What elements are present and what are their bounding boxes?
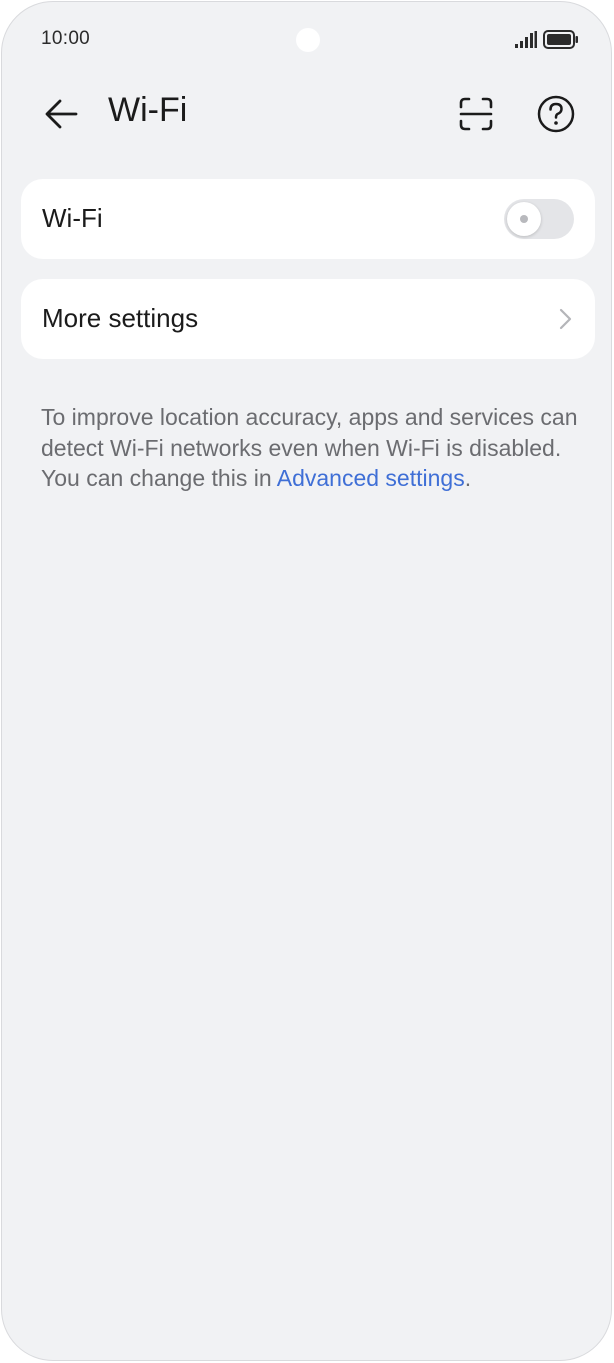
more-settings-label: More settings xyxy=(42,303,199,333)
scan-icon xyxy=(459,97,493,131)
app-bar: Wi-Fi xyxy=(2,82,611,146)
phone-screen: 10:00 Wi-Fi Wi-Fi More settings To impro… xyxy=(1,1,612,1361)
page-title: Wi-Fi xyxy=(108,91,188,129)
status-time: 10:00 xyxy=(41,28,91,49)
chevron-right-icon xyxy=(559,308,572,330)
battery-icon xyxy=(543,30,578,49)
status-bar: 10:00 xyxy=(2,2,611,78)
switch-knob xyxy=(507,202,541,236)
wifi-toggle-row[interactable]: Wi-Fi xyxy=(21,179,595,259)
location-info-text: To improve location accuracy, apps and s… xyxy=(41,402,581,494)
more-settings-row[interactable]: More settings xyxy=(21,279,595,359)
switch-off-indicator xyxy=(520,215,528,223)
wifi-switch[interactable] xyxy=(504,199,574,239)
wifi-label: Wi-Fi xyxy=(42,203,103,233)
signal-icon xyxy=(515,31,537,48)
arrow-left-icon xyxy=(45,99,78,129)
help-circle-icon xyxy=(537,95,575,133)
back-button[interactable] xyxy=(38,90,86,138)
advanced-settings-link[interactable]: Advanced settings xyxy=(277,465,465,491)
help-button[interactable] xyxy=(532,90,580,138)
camera-cutout xyxy=(296,28,320,52)
scan-button[interactable] xyxy=(452,90,500,138)
info-trailing: . xyxy=(464,465,472,491)
